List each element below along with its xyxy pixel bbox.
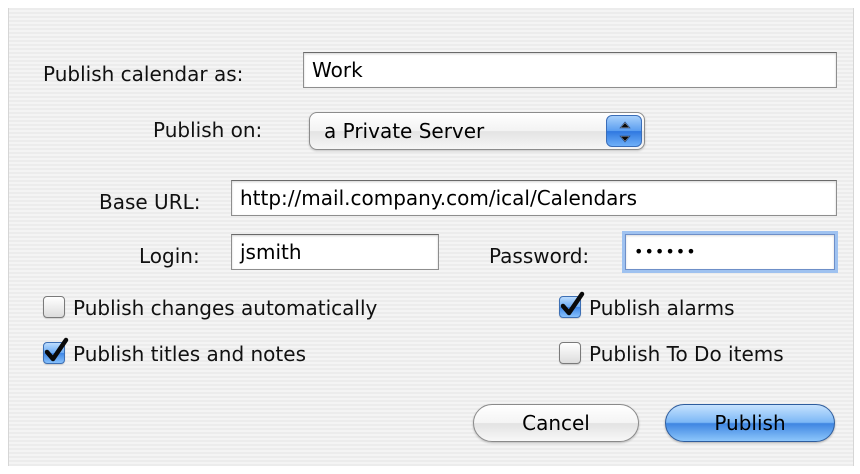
publish-on-selected: a Private Server: [324, 119, 485, 143]
cancel-button[interactable]: Cancel: [473, 404, 639, 442]
password-label: Password:: [489, 244, 590, 268]
publish-calendar-sheet: Publish calendar as: Work Publish on: a …: [8, 8, 854, 466]
publish-todo-checkbox[interactable]: [559, 342, 581, 364]
publish-todo-label: Publish To Do items: [589, 342, 784, 366]
base-url-label: Base URL:: [99, 190, 201, 214]
publish-titles-label: Publish titles and notes: [73, 342, 306, 366]
publish-button[interactable]: Publish: [665, 404, 835, 442]
publish-alarms-label: Publish alarms: [589, 296, 735, 320]
base-url-input[interactable]: http://mail.company.com/ical/Calendars: [231, 180, 837, 216]
publish-changes-checkbox[interactable]: [43, 296, 65, 318]
login-input[interactable]: jsmith: [231, 234, 439, 270]
checkmark-icon: [44, 337, 69, 362]
publish-as-input[interactable]: Work: [303, 52, 837, 88]
publish-on-popup[interactable]: a Private Server: [309, 112, 645, 150]
login-label: Login:: [139, 244, 200, 268]
up-down-arrows-icon: [606, 115, 642, 147]
publish-alarms-checkbox[interactable]: [559, 291, 585, 318]
publish-titles-checkbox[interactable]: [43, 337, 69, 364]
publish-changes-label: Publish changes automatically: [73, 296, 378, 320]
publish-on-label: Publish on:: [153, 118, 263, 142]
checkmark-icon: [560, 291, 585, 316]
publish-as-label: Publish calendar as:: [43, 62, 244, 86]
password-input[interactable]: ••••••: [625, 234, 835, 270]
